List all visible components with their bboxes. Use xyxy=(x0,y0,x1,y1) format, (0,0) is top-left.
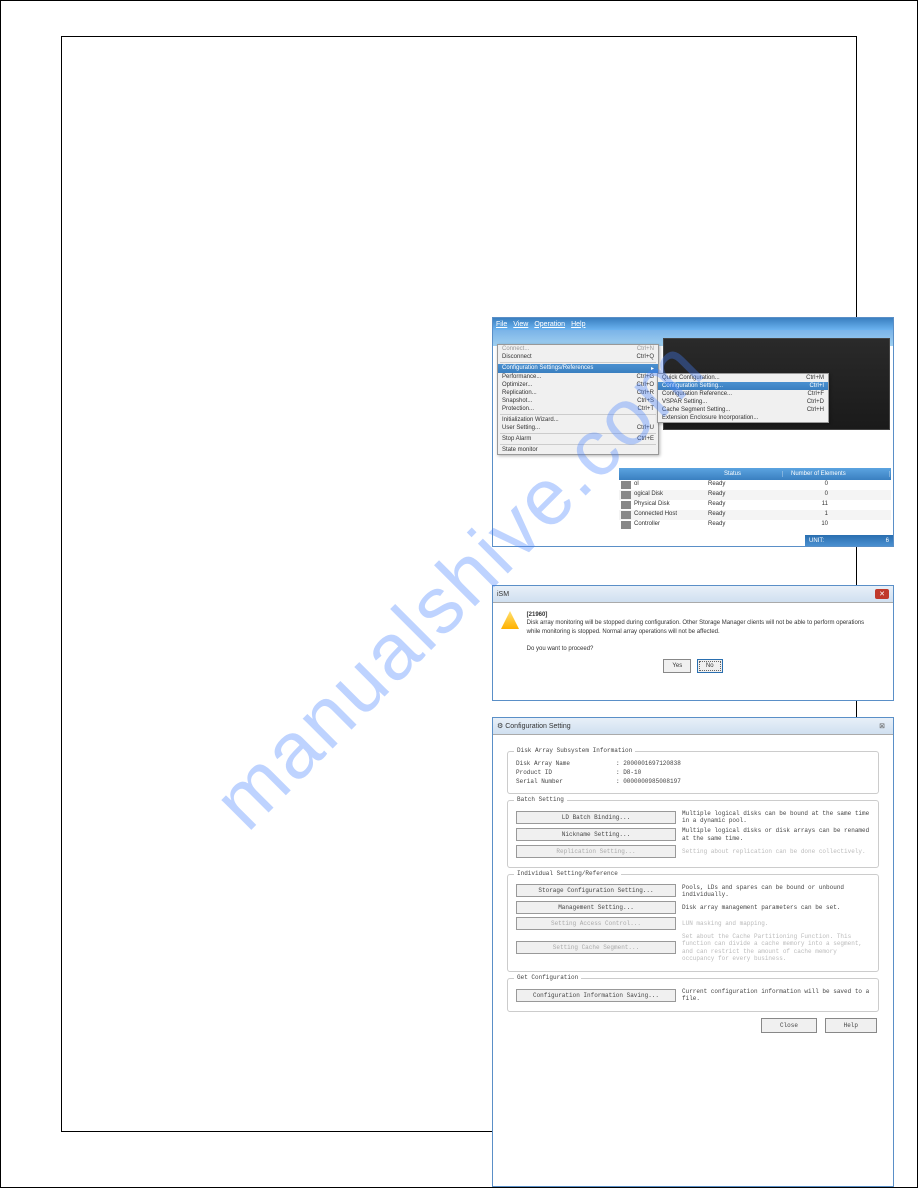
menu-item[interactable]: Optimizer...Ctrl+O xyxy=(498,381,658,389)
menu-item[interactable]: Connect...Ctrl+N xyxy=(498,345,658,353)
menu-file[interactable]: File xyxy=(496,321,507,328)
config-setting-dialog: ⚙ Configuration Setting ⊠ Disk Array Sub… xyxy=(492,717,894,1187)
info-row: Product ID: D8-10 xyxy=(516,769,870,776)
ism-main-window: File View Operation Help s - 20000016971… xyxy=(492,317,894,547)
setting-button: Setting Cache Segment... xyxy=(516,941,676,954)
dialog-titlebar: iSM ✕ xyxy=(493,586,893,603)
menu-item[interactable]: Performance...Ctrl+G xyxy=(498,373,658,381)
setting-button[interactable]: Storage Configuration Setting... xyxy=(516,884,676,897)
dialog-titlebar: ⚙ Configuration Setting ⊠ xyxy=(493,718,893,735)
setting-desc: Pools, LDs and spares can be bound or un… xyxy=(682,884,870,898)
submenu-item[interactable]: Cache Segment Setting...Ctrl+H xyxy=(658,406,828,414)
menu-item[interactable]: Snapshot...Ctrl+S xyxy=(498,397,658,405)
setting-desc: Current configuration information will b… xyxy=(682,988,870,1002)
setting-row: Replication Setting... Setting about repl… xyxy=(516,845,870,858)
setting-desc: Multiple logical disks can be bound at t… xyxy=(682,810,870,824)
setting-desc: LUN masking and mapping. xyxy=(682,920,768,927)
menu-item[interactable]: DisconnectCtrl+Q xyxy=(498,353,658,361)
menu-item[interactable]: Configuration Settings/References▸ xyxy=(498,364,658,373)
table-row[interactable]: Connected HostReady1 xyxy=(619,510,891,520)
close-icon[interactable]: ✕ xyxy=(875,589,889,599)
setting-button[interactable]: Management Setting... xyxy=(516,901,676,914)
menu-operation[interactable]: Operation xyxy=(534,321,565,328)
dialog-text: [21960] Disk array monitoring will be st… xyxy=(527,611,867,653)
setting-button: Setting Access Control... xyxy=(516,917,676,930)
no-button[interactable]: No xyxy=(697,659,723,673)
table-header: Status Number of Elements xyxy=(619,468,891,480)
setting-desc: Disk array management parameters can be … xyxy=(682,904,840,911)
setting-row: Storage Configuration Setting... Pools, L… xyxy=(516,884,870,898)
submenu-item[interactable]: Extension Enclosure Incorporation... xyxy=(658,414,828,422)
unit-status: UNIT:6 xyxy=(805,535,893,546)
menu-item[interactable]: State monitor xyxy=(498,446,658,454)
file-menu-dropdown: Connect...Ctrl+NDisconnectCtrl+Q Configur… xyxy=(497,344,659,455)
menu-item[interactable]: Protection...Ctrl+T xyxy=(498,405,658,413)
setting-button[interactable]: LD Batch Binding... xyxy=(516,811,676,824)
setting-desc: Multiple logical disks or disk arrays ca… xyxy=(682,827,870,841)
disk-array-info: Disk Array Subsystem Information Disk Ar… xyxy=(507,751,879,794)
get-configuration: Get Configuration Configuration Informat… xyxy=(507,978,879,1012)
setting-row: LD Batch Binding... Multiple logical disk… xyxy=(516,810,870,824)
menu-view[interactable]: View xyxy=(513,321,528,328)
table-row[interactable]: Physical DiskReady11 xyxy=(619,500,891,510)
help-button[interactable]: Help xyxy=(825,1018,877,1033)
setting-row: Setting Cache Segment... Set about the Ca… xyxy=(516,933,870,962)
individual-setting: Individual Setting/Reference Storage Con… xyxy=(507,874,879,972)
setting-button[interactable]: Configuration Information Saving... xyxy=(516,989,676,1002)
close-button[interactable]: Close xyxy=(761,1018,817,1033)
menu-item[interactable]: User Setting...Ctrl+U xyxy=(498,424,658,432)
config-submenu: Quick Configuration...Ctrl+MConfiguratio… xyxy=(657,373,829,423)
setting-row: Setting Access Control... LUN masking and… xyxy=(516,917,870,930)
setting-desc: Setting about replication can be done co… xyxy=(682,848,866,855)
confirm-dialog: iSM ✕ [21960] Disk array monitoring will… xyxy=(492,585,894,701)
setting-button: Replication Setting... xyxy=(516,845,676,858)
menubar: File View Operation Help xyxy=(493,318,893,330)
setting-row: Nickname Setting... Multiple logical disk… xyxy=(516,827,870,841)
batch-setting: Batch Setting LD Batch Binding...Multipl… xyxy=(507,800,879,868)
submenu-item[interactable]: Configuration Setting...Ctrl+I xyxy=(658,382,828,390)
menu-item[interactable]: Initialization Wizard... xyxy=(498,416,658,424)
table-row[interactable]: ogical DiskReady0 xyxy=(619,490,891,500)
info-row: Disk Array Name: 2000001697120838 xyxy=(516,760,870,767)
setting-desc: Set about the Cache Partitioning Functio… xyxy=(682,933,870,962)
submenu-item[interactable]: Configuration Reference...Ctrl+F xyxy=(658,390,828,398)
table-row[interactable]: ControllerReady10 xyxy=(619,520,891,530)
table-body: olReady0ogical DiskReady0Physical DiskRe… xyxy=(619,480,891,530)
table-row[interactable]: olReady0 xyxy=(619,480,891,490)
submenu-item[interactable]: VSPAR Setting...Ctrl+D xyxy=(658,398,828,406)
warning-icon xyxy=(501,611,519,629)
menu-item[interactable]: Stop AlarmCtrl+E xyxy=(498,435,658,443)
yes-button[interactable]: Yes xyxy=(663,659,691,673)
menu-item[interactable]: Replication...Ctrl+R xyxy=(498,389,658,397)
menu-help[interactable]: Help xyxy=(571,321,585,328)
setting-button[interactable]: Nickname Setting... xyxy=(516,828,676,841)
setting-row: Configuration Information Saving... Curre… xyxy=(516,988,870,1002)
submenu-item[interactable]: Quick Configuration...Ctrl+M xyxy=(658,374,828,382)
info-row: Serial Number: 0000000985008197 xyxy=(516,778,870,785)
setting-row: Management Setting... Disk array manageme… xyxy=(516,901,870,914)
close-icon[interactable]: ⊠ xyxy=(875,721,889,731)
